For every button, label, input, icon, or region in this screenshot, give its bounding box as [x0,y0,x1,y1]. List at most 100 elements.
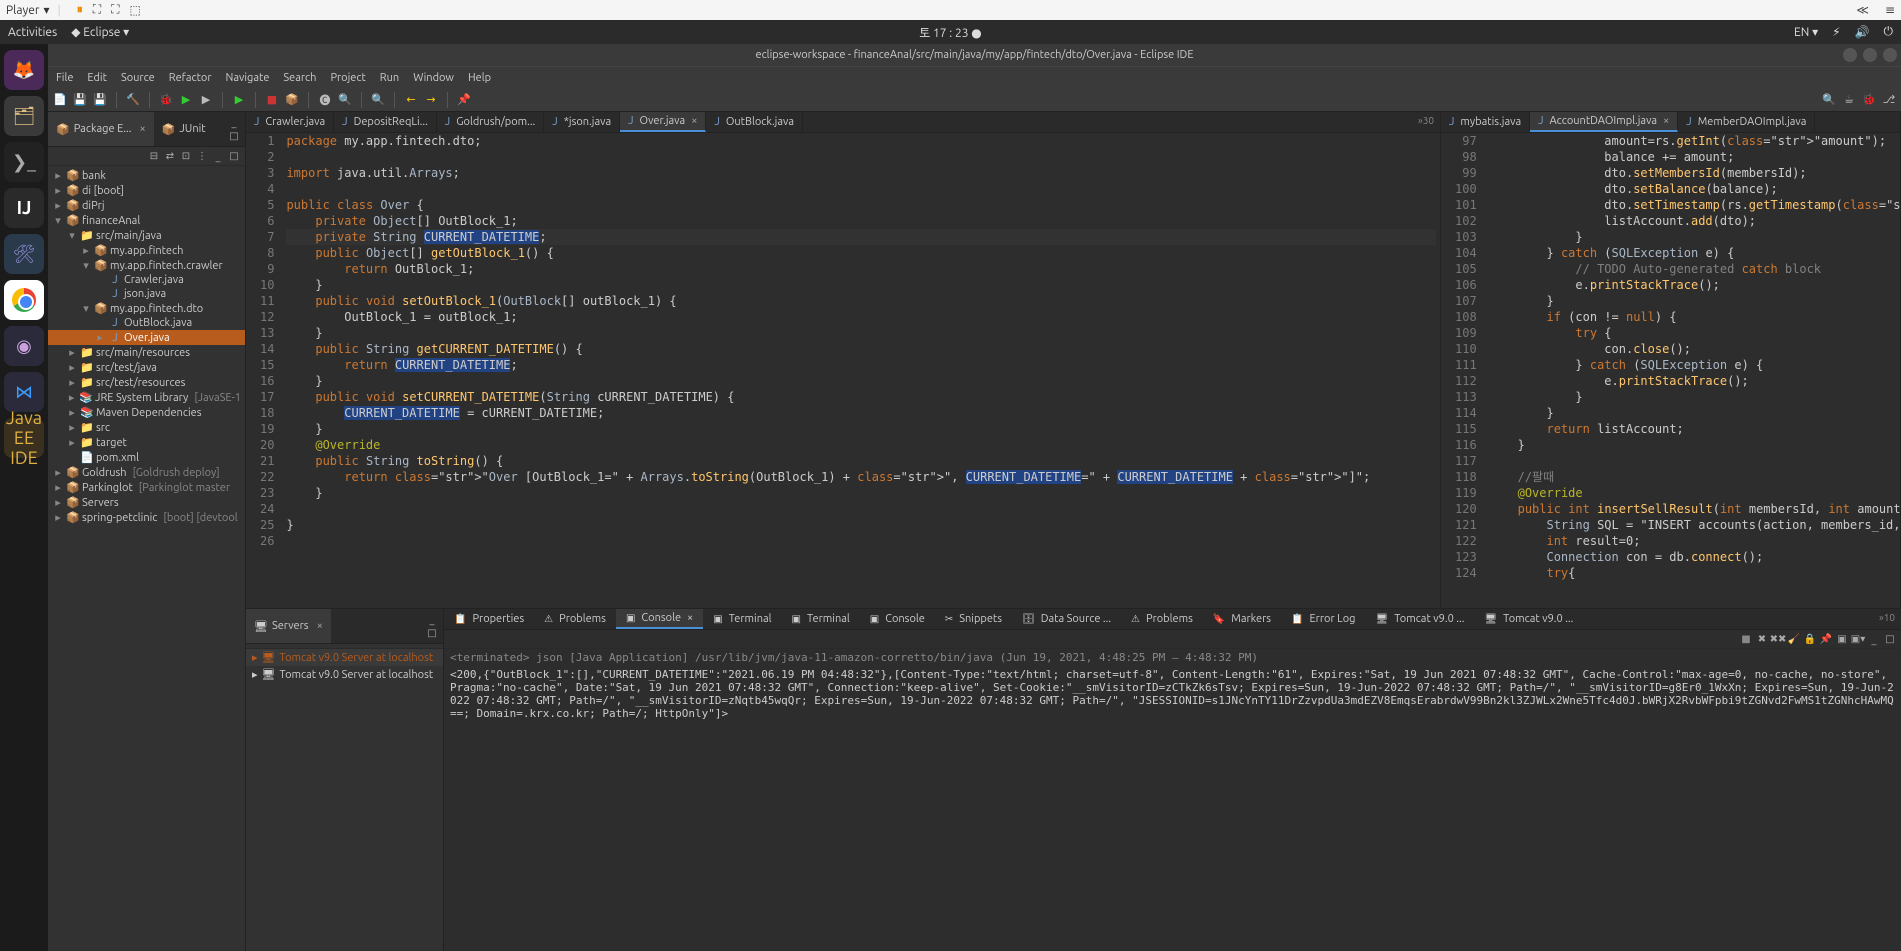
close-icon[interactable]: × [687,612,693,624]
app-menu[interactable]: ◆ Eclipse ▾ [71,25,129,39]
remove-launch-icon[interactable]: ✖ [1755,632,1769,646]
close-icon[interactable]: × [317,620,323,632]
minimize-view-icon[interactable]: _ [227,115,241,129]
close-icon[interactable]: × [691,115,697,127]
bottom-tab-markers[interactable]: 🔖Markers [1203,609,1281,629]
close-icon[interactable]: × [1663,115,1669,127]
maximize-view-icon[interactable]: □ [227,149,241,163]
dock-eclipse[interactable]: ◉ [4,326,44,366]
bottom-tab-tomcat-v9-0-[interactable]: 🖥Tomcat v9.0 ... [1474,609,1583,629]
tab-overflow[interactable]: »10 [1873,609,1901,629]
overflow-icon[interactable]: ≪ [1856,3,1869,17]
activities-button[interactable]: Activities [8,26,57,39]
dock-chrome[interactable] [4,280,44,320]
close-icon[interactable]: × [139,123,145,135]
debug-icon[interactable]: 🐞 [158,92,174,108]
bottom-tab-error-log[interactable]: 📋Error Log [1281,609,1365,629]
server-item[interactable]: ▸🖥Tomcat v9.0 Server at localhost [246,649,443,666]
perspective-java-icon[interactable]: ☕ [1841,92,1857,108]
tree-item-over-java[interactable]: ▸JOver.java [48,330,245,345]
terminate-icon[interactable]: ■ [1739,632,1753,646]
code-editor-accountdao[interactable]: 9798991001011021031041051061071081091101… [1441,133,1900,608]
minimize-view-icon[interactable]: _ [425,612,439,626]
open-type-icon[interactable]: 🔍 [337,92,353,108]
tree-item-parkinglot[interactable]: ▸📦Parkinglot[Parkinglot master [48,480,245,495]
run-icon[interactable]: ▶ [178,92,194,108]
stop-icon[interactable]: ■ [264,92,280,108]
view-tab-junit[interactable]: 📦JUnit [154,112,214,146]
clock[interactable]: 토 17 : 23 ● [919,24,982,41]
editor-tab-accountdaoimpl-java[interactable]: JAccountDAOImpl.java× [1530,112,1678,132]
editor-tab-depositreqli-[interactable]: JDepositReqLi... [334,112,437,132]
tree-item-crawler-java[interactable]: JCrawler.java [48,273,245,287]
menu-source[interactable]: Source [121,72,155,84]
dock-vscode[interactable]: ⋈ [4,372,44,412]
menu-icon[interactable]: ≡ [1885,3,1895,17]
tree-item-goldrush[interactable]: ▸📦Goldrush[Goldrush deploy] [48,465,245,480]
tree-item-outblock-java[interactable]: JOutBlock.java [48,316,245,330]
tree-item-src-main-java[interactable]: ▾📁src/main/java [48,228,245,243]
volume-icon[interactable]: 🔊 [1855,25,1870,39]
build-icon[interactable]: 🔨 [125,92,141,108]
menu-window[interactable]: Window [413,72,454,84]
run-last-icon[interactable]: ▶ [231,92,247,108]
tree-item-my-app-fintech[interactable]: ▸📦my.app.fintech [48,243,245,258]
forward-icon[interactable]: → [423,92,439,108]
language-indicator[interactable]: EN ▾ [1794,25,1818,39]
search-icon[interactable]: 🔍 [370,92,386,108]
link-editor-icon[interactable]: ⇄ [163,149,177,163]
menu-search[interactable]: Search [283,72,316,84]
pin-icon[interactable]: 📌 [456,92,472,108]
bottom-tab-snippets[interactable]: ✂Snippets [935,609,1012,629]
tree-item-src[interactable]: ▸📁src [48,420,245,435]
dock-javaee[interactable]: Java EEIDE [4,418,44,458]
minimize-view-icon[interactable]: _ [1867,632,1881,646]
tree-item-di-boot-[interactable]: ▸📦di [boot] [48,183,245,198]
close-button[interactable] [1883,48,1897,62]
code-editor-over[interactable]: 1234567891011121314151617181920212223242… [246,133,1440,608]
dock-intellij[interactable]: IJ [4,188,44,228]
tree-item-spring-petclinic[interactable]: ▸📦spring-petclinic[boot] [devtool [48,510,245,525]
scroll-lock-icon[interactable]: 🔒 [1803,632,1817,646]
maximize-view-icon[interactable]: □ [227,129,241,143]
view-menu-icon[interactable]: ⋮ [195,149,209,163]
dock-files[interactable]: 🗂 [4,96,44,136]
tree-item-servers[interactable]: ▸📦Servers [48,495,245,510]
menu-navigate[interactable]: Navigate [226,72,270,84]
bottom-tab-terminal[interactable]: ▣Terminal [782,609,860,629]
editor-tab-goldrush-pom-[interactable]: JGoldrush/pom... [437,112,544,132]
editor-tab--json-java[interactable]: J*json.java [544,112,620,132]
menu-edit[interactable]: Edit [87,72,107,84]
tree-item-my-app-fintech-dto[interactable]: ▾📦my.app.fintech.dto [48,301,245,316]
tree-item-json-java[interactable]: Jjson.java [48,287,245,301]
quick-access-icon[interactable]: 🔍 [1821,92,1837,108]
perspective-debug-icon[interactable]: 🐞 [1861,92,1877,108]
new-package-icon[interactable]: 📦 [284,92,300,108]
tree-item-my-app-fintech-crawler[interactable]: ▾📦my.app.fintech.crawler [48,258,245,273]
tree-item-src-test-resources[interactable]: ▸📁src/test/resources [48,375,245,390]
snapshot-icon[interactable]: ⛶ [93,3,101,17]
new-icon[interactable]: 📄 [52,92,68,108]
bottom-tab-data-source-[interactable]: 🗄Data Source ... [1012,609,1121,629]
tree-item-bank[interactable]: ▸📦bank [48,168,245,183]
servers-tab[interactable]: 🖥 Servers × [246,609,331,643]
pin-console-icon[interactable]: 📌 [1819,632,1833,646]
collapse-all-icon[interactable]: ⊟ [147,149,161,163]
editor-tab-over-java[interactable]: JOver.java× [620,112,706,132]
tree-item-target[interactable]: ▸📁target [48,435,245,450]
power-icon[interactable]: ⏻ [1884,25,1894,39]
minimize-view-icon[interactable]: _ [211,149,225,163]
tree-item-diprj[interactable]: ▸📦diPrj [48,198,245,213]
player-menu[interactable]: Player▾ [6,3,49,17]
bottom-tab-properties[interactable]: 📋Properties [444,609,534,629]
coverage-icon[interactable]: ▶ [198,92,214,108]
console-output[interactable]: <200,{"OutBlock_1":[],"CURRENT_DATETIME"… [444,666,1901,951]
tree-item-financeanal[interactable]: ▾📦financeAnal [48,213,245,228]
new-class-icon[interactable]: 🅒 [317,92,333,108]
maximize-view-icon[interactable]: □ [425,626,439,640]
focus-icon[interactable]: ⊡ [179,149,193,163]
menu-help[interactable]: Help [468,72,491,84]
minimize-button[interactable] [1843,48,1857,62]
unity-icon[interactable]: ⬚ [130,3,141,17]
menu-file[interactable]: File [56,72,73,84]
